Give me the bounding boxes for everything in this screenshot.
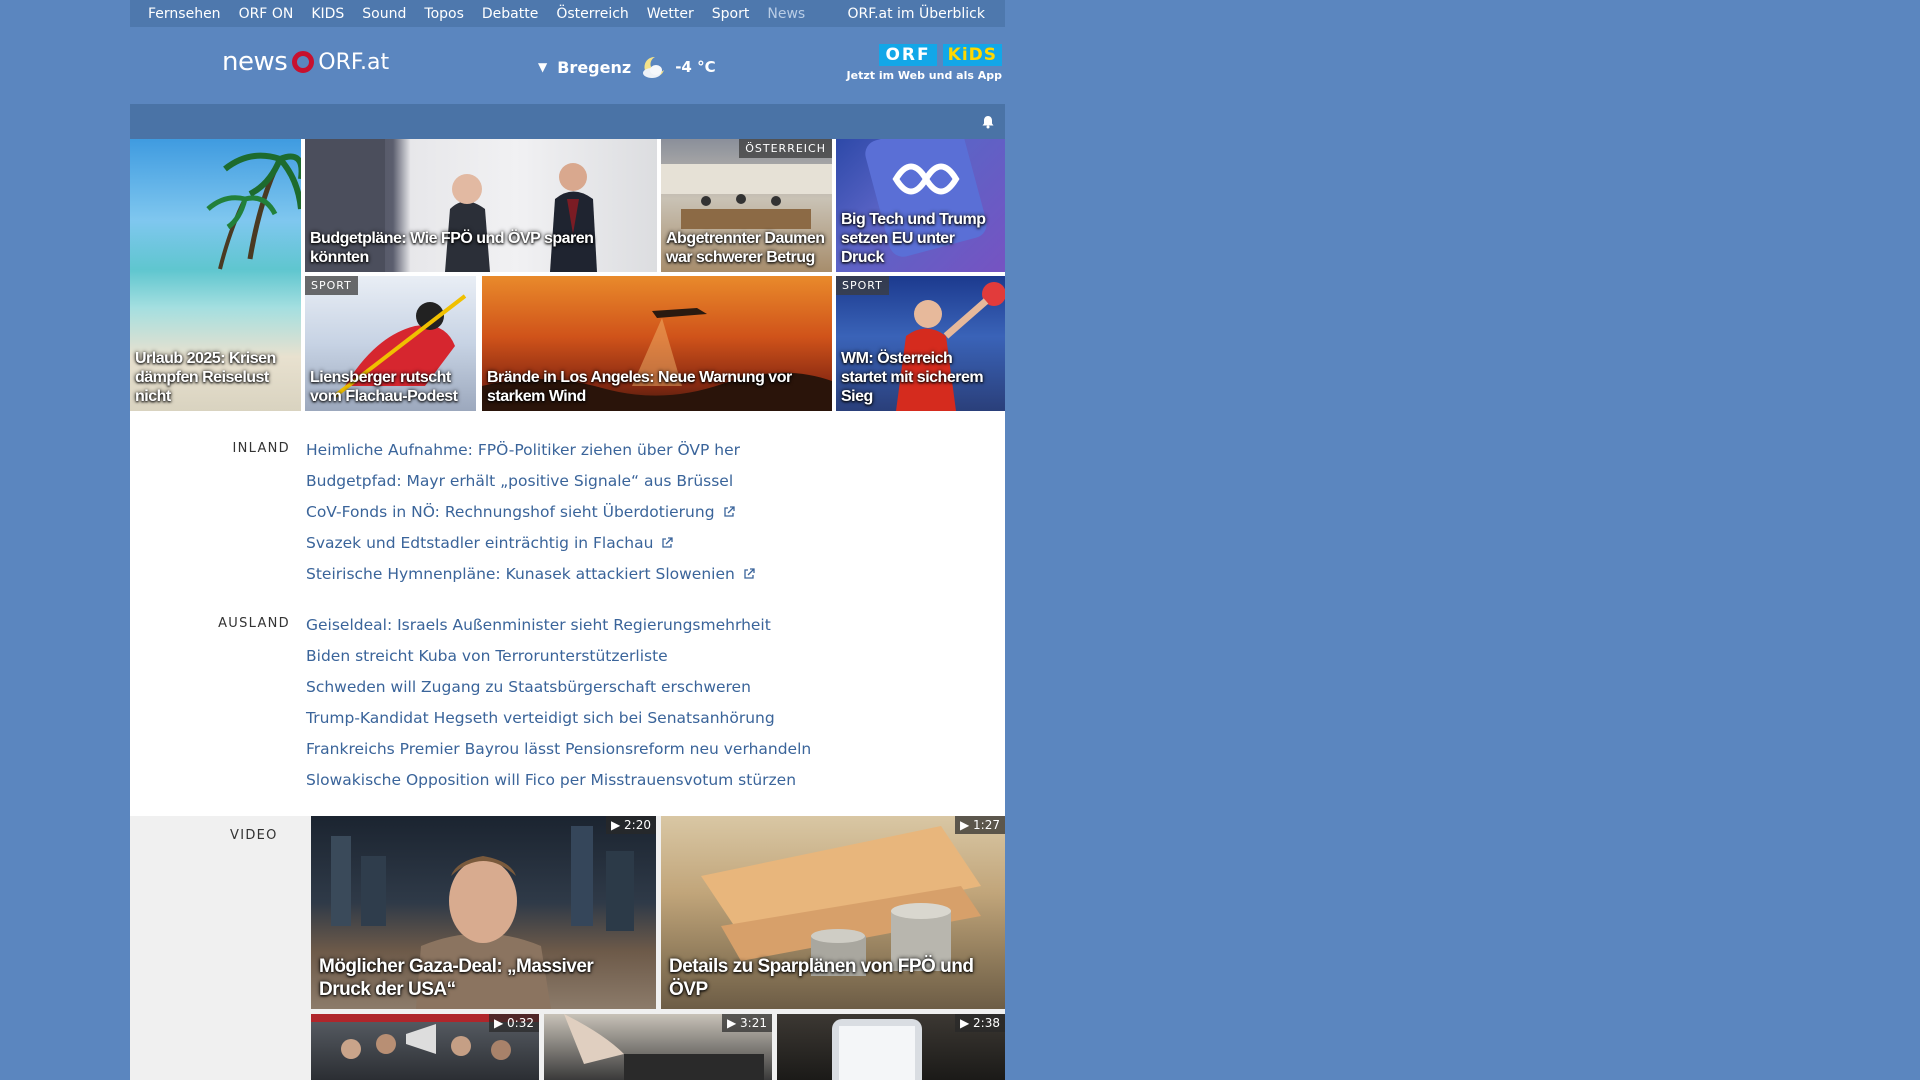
section-label-ausland: AUSLAND [218,616,290,631]
headline-link[interactable]: CoV-Fonds in NÖ: Rechnungshof sieht Über… [306,500,755,531]
story-tile-daumen[interactable]: ÖSTERREICH Abgetrennter Daumen war schwe… [661,139,832,272]
external-link-icon [723,506,735,517]
dropdown-caret-icon: ▼ [538,60,548,74]
top-stories-grid: Urlaub 2025: Krisen dämpfen Reiselust ni… [130,139,1005,411]
video-duration: ▶ 0:32 [489,1014,539,1032]
video-duration: ▶ 2:20 [606,816,656,834]
news-orf-logo[interactable]: news ORF.at [222,47,389,77]
external-link-icon [662,537,674,548]
page: Fernsehen ORF ON KIDS Sound Topos Debatt… [130,0,1005,1080]
orf-kids-subtitle: Jetzt im Web und als App [846,69,1002,82]
video-tile-3[interactable]: ▶ 0:32 [311,1014,539,1080]
logo-news-text: news [222,47,288,77]
nav-item-oesterreich[interactable]: Österreich [547,6,637,22]
headline-link[interactable]: Svazek und Edtstadler einträchtig in Fla… [306,531,755,562]
category-tag: SPORT [305,276,358,295]
orf-kids-promo[interactable]: ORF KiDS Jetzt im Web und als App [847,44,1002,82]
story-tile-big-tech[interactable]: Big Tech und Trump setzen EU unter Druck [836,139,1005,272]
news-lists: INLAND Heimliche Aufnahme: FPÖ-Politiker… [130,411,1005,816]
story-tile-liensberger[interactable]: SPORT Liensberger rutscht vom Flachau-Po… [305,276,476,411]
section-label-inland: INLAND [232,441,290,456]
nav-item-wetter[interactable]: Wetter [638,6,703,22]
nav-item-news[interactable]: News [758,6,814,22]
category-tag: SPORT [836,276,889,295]
category-tag: ÖSTERREICH [739,139,832,158]
nav-item-sound[interactable]: Sound [353,6,415,22]
video-tile-gaza[interactable]: ▶ 2:20 Möglicher Gaza-Deal: „Massiver Dr… [311,816,656,1009]
video-tile-5[interactable]: ▶ 2:38 [777,1014,1005,1080]
story-caption: Liensberger rutscht vom Flachau-Podest [310,369,458,405]
weather-widget[interactable]: ▼ Bregenz -4 °C [538,54,716,80]
headline-link[interactable]: Schweden will Zugang zu Staatsbürgerscha… [306,675,811,706]
story-caption: Budgetpläne: Wie FPÖ und ÖVP sparen könn… [310,230,594,266]
weather-temperature: -4 °C [675,58,716,76]
bell-icon[interactable] [981,115,995,129]
section-label-video: VIDEO [230,828,278,843]
nav-overview-link[interactable]: ORF.at im Überblick [839,6,1005,22]
site-header: news ORF.at ▼ Bregenz -4 °C ORF KiDS Jet… [130,27,1005,104]
video-tile-sparplaene[interactable]: ▶ 1:27 Details zu Sparplänen von FPÖ und… [661,816,1005,1009]
logo-orf-text: ORF.at [318,49,390,75]
headline-link[interactable]: Heimliche Aufnahme: FPÖ-Politiker ziehen… [306,438,755,469]
video-caption: Details zu Sparplänen von FPÖ und ÖVP [669,956,974,1000]
nav-item-debatte[interactable]: Debatte [473,6,547,22]
top-navigation: Fernsehen ORF ON KIDS Sound Topos Debatt… [130,0,1005,27]
orf-kids-logo-orf: ORF [879,44,937,66]
external-link-icon [744,568,755,579]
video-duration: ▶ 1:27 [955,816,1005,834]
nav-item-topos[interactable]: Topos [415,6,472,22]
headline-link[interactable]: Slowakische Opposition will Fico per Mis… [306,768,811,799]
toolbar-bar [130,104,1005,139]
headline-link[interactable]: Budgetpfad: Mayr erhält „positive Signal… [306,469,755,500]
story-caption: Brände in Los Angeles: Neue Warnung vor … [487,369,792,405]
video-duration: ▶ 2:38 [955,1014,1005,1032]
headline-link[interactable]: Geiseldeal: Israels Außenminister sieht … [306,613,811,644]
video-caption: Möglicher Gaza-Deal: „Massiver Druck der… [319,956,594,1000]
story-tile-braende[interactable]: Brände in Los Angeles: Neue Warnung vor … [482,276,832,411]
video-section: VIDEO ▶ 2:20 Möglicher Gaza-Deal: „Massi… [130,816,1005,1080]
story-tile-budgetplaene[interactable]: Budgetpläne: Wie FPÖ und ÖVP sparen könn… [305,139,657,272]
story-caption: Abgetrennter Daumen war schwerer Betrug [666,230,825,266]
nav-item-sport[interactable]: Sport [703,6,759,22]
orf-kids-logo-kids: KiDS [942,44,1002,66]
story-caption: WM: Österreich startet mit sicherem Sieg [841,350,984,405]
headline-link[interactable]: Biden streicht Kuba von Terrorunterstütz… [306,644,811,675]
story-tile-wm[interactable]: SPORT WM: Österreich startet mit sichere… [836,276,1005,411]
moon-cloud-icon [643,56,665,78]
headline-link[interactable]: Trump-Kandidat Hegseth verteidigt sich b… [306,706,811,737]
nav-item-kids[interactable]: KIDS [302,6,353,22]
orf-eye-icon [292,51,315,73]
video-duration: ▶ 3:21 [722,1014,772,1032]
video-tile-4[interactable]: ▶ 3:21 [544,1014,772,1080]
headline-link[interactable]: Frankreichs Premier Bayrou lässt Pension… [306,737,811,768]
weather-city: Bregenz [557,57,632,77]
nav-item-fernsehen[interactable]: Fernsehen [130,6,230,22]
headline-link[interactable]: Steirische Hymnenpläne: Kunasek attackie… [306,562,755,593]
story-caption: Urlaub 2025: Krisen dämpfen Reiselust ni… [135,350,276,405]
story-tile-urlaub[interactable]: Urlaub 2025: Krisen dämpfen Reiselust ni… [130,139,301,411]
story-caption: Big Tech und Trump setzen EU unter Druck [841,211,986,266]
nav-item-orf-on[interactable]: ORF ON [230,6,303,22]
